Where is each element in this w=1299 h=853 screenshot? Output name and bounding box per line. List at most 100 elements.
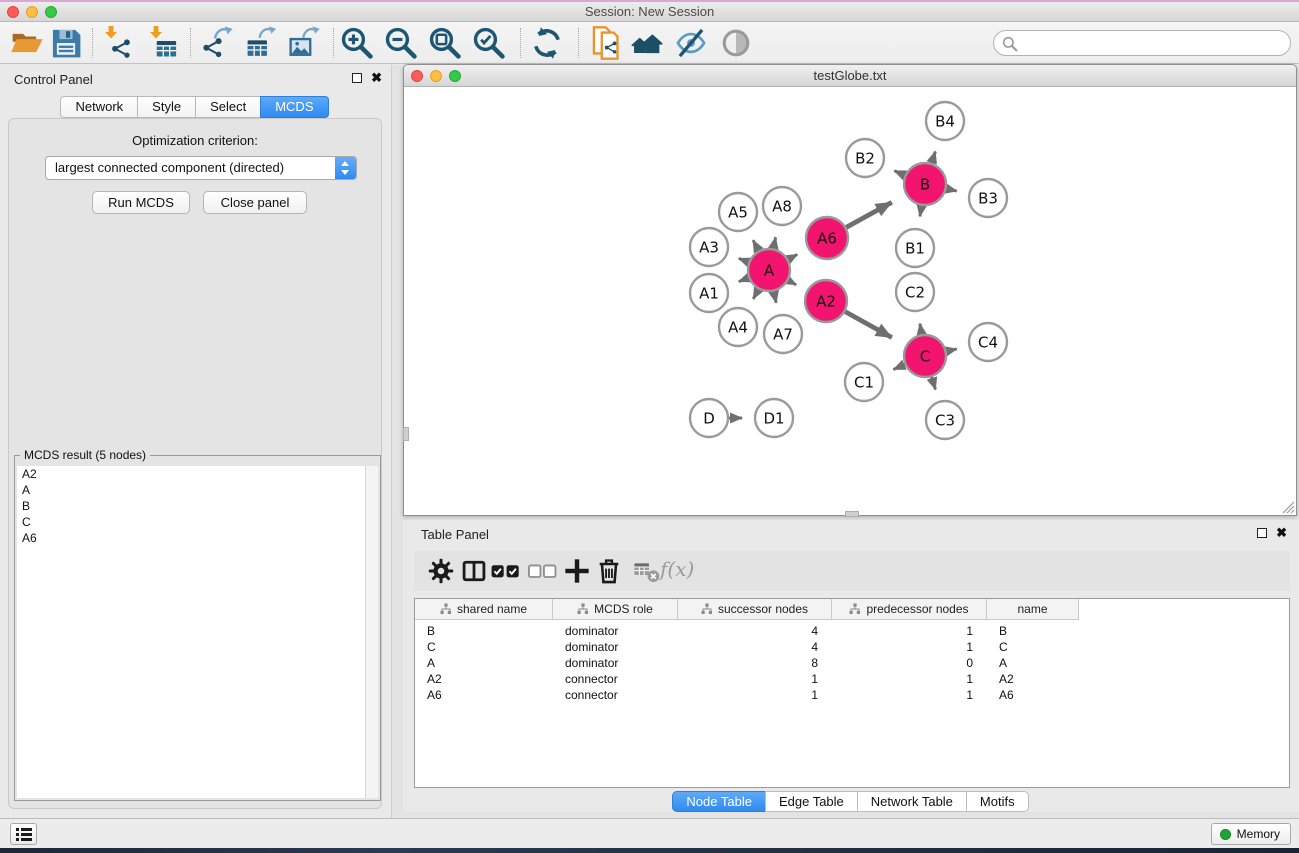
zoom-fit-button[interactable] [428, 26, 462, 60]
float-table-panel-icon[interactable] [1257, 528, 1267, 538]
graph-edge-A-A1[interactable] [739, 278, 749, 282]
table-cell[interactable]: connector [553, 687, 678, 703]
deselect-all-rows-button[interactable] [528, 557, 558, 585]
graph-node-D[interactable]: D [690, 399, 728, 437]
table-cell[interactable]: 4 [678, 623, 832, 639]
table-cell[interactable]: 1 [678, 671, 832, 687]
table-cell[interactable]: dominator [553, 639, 678, 655]
zoom-out-button[interactable] [384, 26, 418, 60]
open-session-button[interactable] [10, 26, 44, 60]
close-table-panel-icon[interactable]: ✖ [1276, 527, 1287, 539]
graph-edge-A-A8[interactable] [773, 237, 775, 248]
tab-node-table[interactable]: Node Table [672, 791, 766, 812]
hide-selected-button[interactable] [674, 26, 708, 60]
function-builder-button[interactable]: f(x) [660, 557, 694, 581]
table-cell[interactable]: A [987, 655, 1079, 671]
float-panel-icon[interactable] [352, 73, 362, 83]
memory-button[interactable]: Memory [1211, 823, 1291, 845]
column-header-name[interactable]: name [987, 599, 1079, 620]
result-item[interactable]: A [17, 482, 378, 498]
close-panel-icon[interactable]: ✖ [371, 72, 382, 84]
table-settings-button[interactable] [427, 557, 455, 585]
tab-select[interactable]: Select [195, 96, 261, 118]
first-neighbors-button[interactable] [630, 26, 664, 60]
graph-node-C2[interactable]: C2 [896, 273, 934, 311]
zoom-selected-button[interactable] [472, 26, 506, 60]
graph-node-A3[interactable]: A3 [690, 228, 728, 266]
table-cell[interactable]: A2 [415, 671, 553, 687]
result-item[interactable]: C [17, 514, 378, 530]
tab-style[interactable]: Style [137, 96, 196, 118]
table-cell[interactable]: dominator [553, 655, 678, 671]
graph-edge-B-B2[interactable] [894, 171, 904, 176]
export-image-button[interactable] [288, 26, 322, 60]
show-all-button[interactable] [719, 26, 753, 60]
apply-layout-button[interactable] [530, 26, 564, 60]
table-cell[interactable]: B [987, 623, 1079, 639]
table-cell[interactable]: 1 [832, 671, 987, 687]
graph-node-A5[interactable]: A5 [719, 193, 757, 231]
graph-node-B4[interactable]: B4 [926, 102, 964, 140]
table-cell[interactable]: C [987, 639, 1079, 655]
run-mcds-button[interactable]: Run MCDS [92, 191, 190, 214]
table-cell[interactable]: 8 [678, 655, 832, 671]
network-canvas[interactable]: B4B2BB3A5A8A6A3B1AC2A1A2A4A7C4CC1DD1C3 [404, 88, 1296, 515]
table-cell[interactable]: connector [553, 671, 678, 687]
graph-node-B2[interactable]: B2 [846, 139, 884, 177]
graph-node-A7[interactable]: A7 [764, 315, 802, 353]
graph-node-B1[interactable]: B1 [896, 229, 934, 267]
graph-edge-A-A7[interactable] [774, 291, 776, 302]
graph-edge-A6-B[interactable] [846, 202, 891, 227]
select-all-rows-button[interactable] [491, 557, 521, 585]
graph-node-C3[interactable]: C3 [926, 401, 964, 439]
show-panels-button[interactable] [10, 823, 37, 845]
table-cell[interactable]: A2 [987, 671, 1079, 687]
result-item[interactable]: B [17, 498, 378, 514]
graph-node-B3[interactable]: B3 [969, 179, 1007, 217]
column-header-mcds-role[interactable]: MCDS role [553, 599, 678, 620]
export-network-button[interactable] [201, 26, 235, 60]
frame-edge-handle[interactable] [403, 427, 409, 441]
close-panel-button[interactable]: Close panel [203, 191, 307, 214]
graph-node-C1[interactable]: C1 [845, 363, 883, 401]
graph-edge-A-A5[interactable] [753, 240, 759, 250]
create-column-button[interactable] [563, 557, 591, 585]
tab-network[interactable]: Network [60, 96, 138, 118]
graph-node-C4[interactable]: C4 [969, 323, 1007, 361]
resize-grip-icon[interactable] [1279, 498, 1295, 514]
export-table-button[interactable] [245, 26, 279, 60]
graph-node-B[interactable]: B [904, 163, 946, 205]
table-cell[interactable]: A6 [415, 687, 553, 703]
graph-edge-B-B3[interactable] [946, 189, 956, 191]
graph-edge-C-C4[interactable] [946, 349, 956, 351]
graph-edge-C-C2[interactable] [920, 324, 922, 335]
graph-node-D1[interactable]: D1 [755, 399, 793, 437]
table-cell[interactable]: 0 [832, 655, 987, 671]
graph-edge-A-A2[interactable] [788, 281, 796, 285]
graph-edge-A2-C[interactable] [845, 312, 892, 338]
table-cell[interactable]: 1 [678, 687, 832, 703]
result-scrollbar[interactable] [365, 466, 378, 798]
zoom-in-button[interactable] [340, 26, 374, 60]
tab-network-table[interactable]: Network Table [857, 791, 967, 812]
graph-edge-C-C3[interactable] [932, 377, 936, 389]
column-header-shared-name[interactable]: shared name [415, 599, 553, 620]
table-cell[interactable]: B [415, 623, 553, 639]
search-input[interactable] [1022, 33, 1282, 53]
graph-node-A2[interactable]: A2 [805, 280, 847, 322]
graph-node-A[interactable]: A [748, 249, 790, 291]
delete-table-button[interactable] [633, 557, 661, 585]
tab-edge-table[interactable]: Edge Table [765, 791, 858, 812]
table-cell[interactable]: A6 [987, 687, 1079, 703]
save-session-button[interactable] [49, 26, 83, 60]
frame-edge-handle[interactable] [845, 511, 859, 517]
result-item[interactable]: A2 [17, 466, 378, 482]
table-cell[interactable]: 4 [678, 639, 832, 655]
import-network-button[interactable] [100, 26, 134, 60]
graph-edge-A-A3[interactable] [739, 258, 749, 262]
column-view-button[interactable] [460, 557, 488, 585]
table-cell[interactable]: dominator [553, 623, 678, 639]
criterion-dropdown[interactable]: largest connected component (directed) [45, 156, 357, 180]
graph-node-A4[interactable]: A4 [719, 308, 757, 346]
graph-edge-B-B1[interactable] [920, 206, 922, 217]
